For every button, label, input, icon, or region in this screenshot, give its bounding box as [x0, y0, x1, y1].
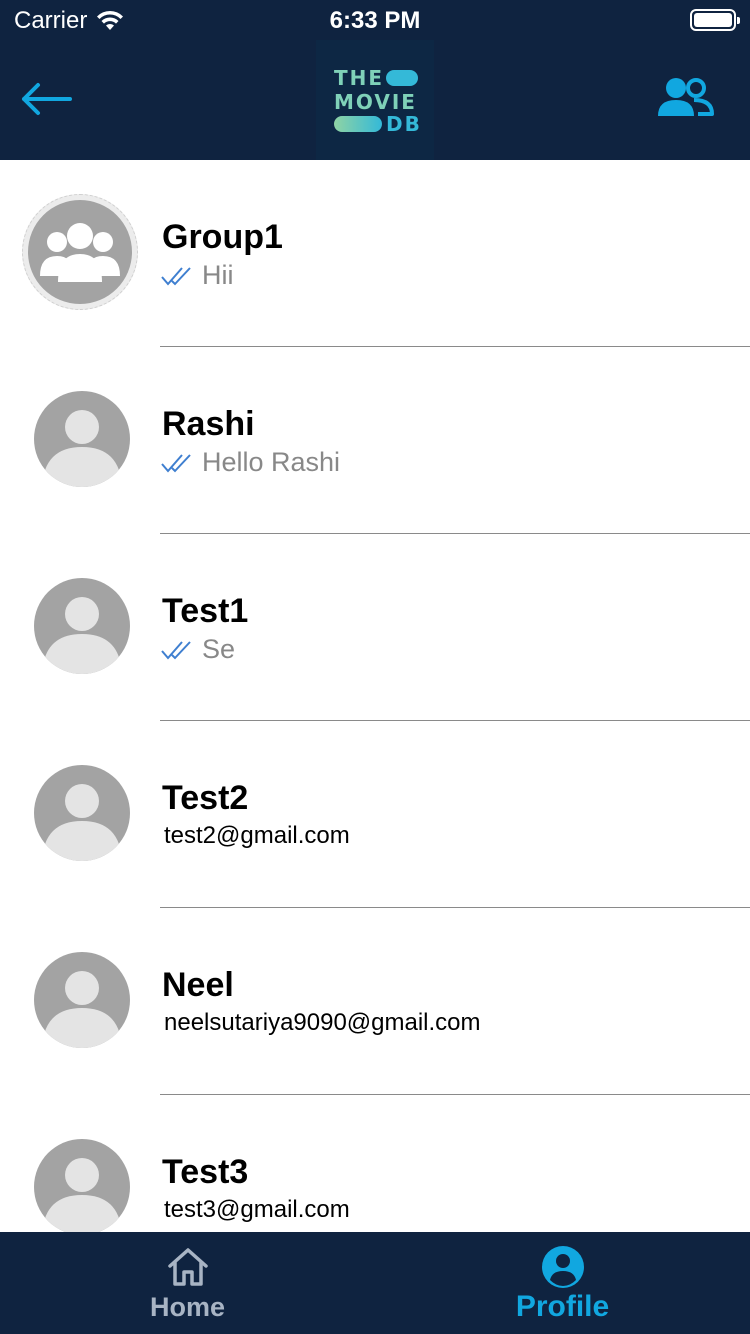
nav-bar: THE MOVIE DB: [0, 40, 750, 160]
last-message: Se: [160, 634, 235, 665]
chat-name: Test1: [162, 592, 249, 630]
tab-home[interactable]: Home: [0, 1232, 375, 1334]
double-check-icon: [161, 640, 191, 660]
person-avatar-icon: [34, 952, 130, 1048]
tab-bar: Home Profile: [0, 1232, 750, 1334]
logo-pill-bottom: [334, 116, 382, 132]
chat-row[interactable]: Neel neelsutariya9090@gmail.com: [0, 908, 750, 1095]
logo-line-2: MOVIE: [334, 90, 417, 114]
person-avatar-icon: [34, 391, 130, 487]
last-message: Hii: [160, 260, 234, 291]
chat-name: Neel: [162, 966, 234, 1004]
status-time: 6:33 PM: [329, 7, 421, 34]
last-message-text: Se: [202, 634, 236, 664]
person-avatar-icon: [34, 1139, 130, 1232]
chat-name: Group1: [162, 218, 283, 256]
chat-name: Test2: [162, 779, 249, 817]
chat-row[interactable]: Test2 test2@gmail.com: [0, 721, 750, 908]
logo-pill-top: [386, 70, 418, 86]
chat-row[interactable]: Rashi Hello Rashi: [0, 347, 750, 534]
logo-line-1: THE: [334, 66, 385, 90]
profile-icon: [541, 1246, 584, 1288]
logo-line-3: DB: [386, 112, 422, 136]
person-avatar-icon: [34, 578, 130, 674]
arrow-left-icon[interactable]: [18, 76, 76, 122]
contact-email: test2@gmail.com: [164, 822, 350, 849]
chat-row[interactable]: Test3 test3@gmail.com: [0, 1095, 750, 1232]
tab-home-label: Home: [149, 1292, 225, 1322]
battery-icon: [690, 9, 740, 31]
status-bar: Carrier 6:33 PM: [0, 0, 750, 40]
chat-name: Test3: [162, 1153, 249, 1191]
tab-profile-label: Profile: [515, 1290, 610, 1323]
tmdb-logo: THE MOVIE DB: [316, 40, 434, 160]
users-icon[interactable]: [656, 76, 714, 120]
chat-name: Rashi: [162, 405, 255, 443]
contact-email: test3@gmail.com: [164, 1196, 350, 1223]
person-avatar-icon: [34, 765, 130, 861]
last-message-text: Hello Rashi: [202, 447, 341, 477]
chat-row[interactable]: Group1 Hii: [0, 160, 750, 347]
last-message: Hello Rashi: [160, 447, 340, 478]
double-check-icon: [161, 453, 191, 473]
chat-list[interactable]: Group1 Hii Rashi Hello Rashi Test1 Se Te…: [0, 160, 750, 1232]
people-group-icon: [40, 223, 120, 282]
chat-row[interactable]: Test1 Se: [0, 534, 750, 721]
contact-email: neelsutariya9090@gmail.com: [164, 1009, 481, 1036]
double-check-icon: [161, 266, 191, 286]
home-icon: [167, 1248, 208, 1286]
tab-profile[interactable]: Profile: [375, 1232, 750, 1334]
group-avatar-icon: [22, 194, 138, 310]
last-message-text: Hii: [202, 260, 234, 290]
